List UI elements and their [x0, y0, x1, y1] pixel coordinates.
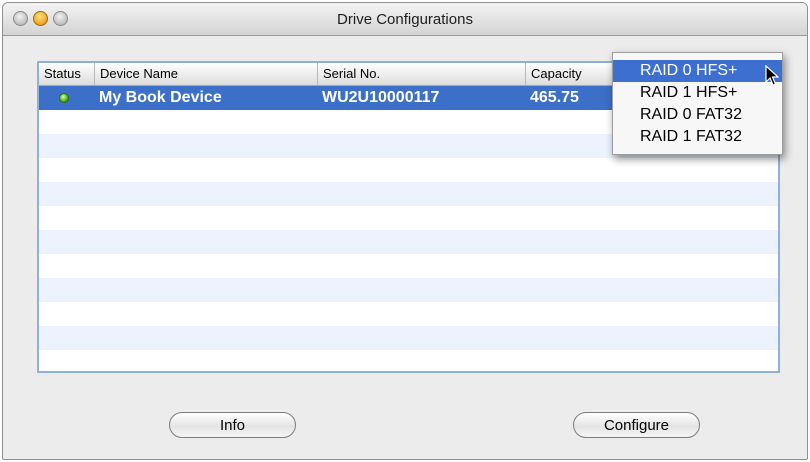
empty-table-row: [39, 278, 778, 302]
empty-table-row: [39, 158, 778, 182]
serial-no-cell: WU2U10000117: [322, 89, 440, 106]
menu-item-raid-0-fat32[interactable]: RAID 0 FAT32: [613, 104, 782, 126]
empty-table-row: [39, 350, 778, 371]
window-title: Drive Configurations: [337, 11, 473, 28]
empty-table-row: [39, 326, 778, 350]
mouse-pointer-icon: [765, 65, 779, 86]
menu-item-raid-0-hfs[interactable]: RAID 0 HFS+: [613, 60, 782, 82]
column-header-device-name[interactable]: Device Name: [95, 63, 318, 85]
info-button[interactable]: Info: [169, 412, 296, 438]
column-header-status[interactable]: Status: [39, 63, 95, 85]
empty-table-row: [39, 206, 778, 230]
column-header-serial-no[interactable]: Serial No.: [318, 63, 526, 85]
green-status-led-icon: [59, 93, 69, 103]
configure-button[interactable]: Configure: [573, 412, 700, 438]
empty-table-row: [39, 182, 778, 206]
menu-item-raid-1-hfs[interactable]: RAID 1 HFS+: [613, 82, 782, 104]
raid-format-dropdown-menu: RAID 0 HFS+ RAID 1 HFS+ RAID 0 FAT32 RAI…: [612, 52, 783, 155]
capacity-cell: 465.75: [530, 89, 579, 106]
empty-table-row: [39, 254, 778, 278]
empty-table-row: [39, 230, 778, 254]
empty-table-row: [39, 302, 778, 326]
title-bar[interactable]: Drive Configurations: [3, 3, 807, 36]
device-name-cell: My Book Device: [99, 89, 222, 106]
menu-item-raid-1-fat32[interactable]: RAID 1 FAT32: [613, 126, 782, 148]
